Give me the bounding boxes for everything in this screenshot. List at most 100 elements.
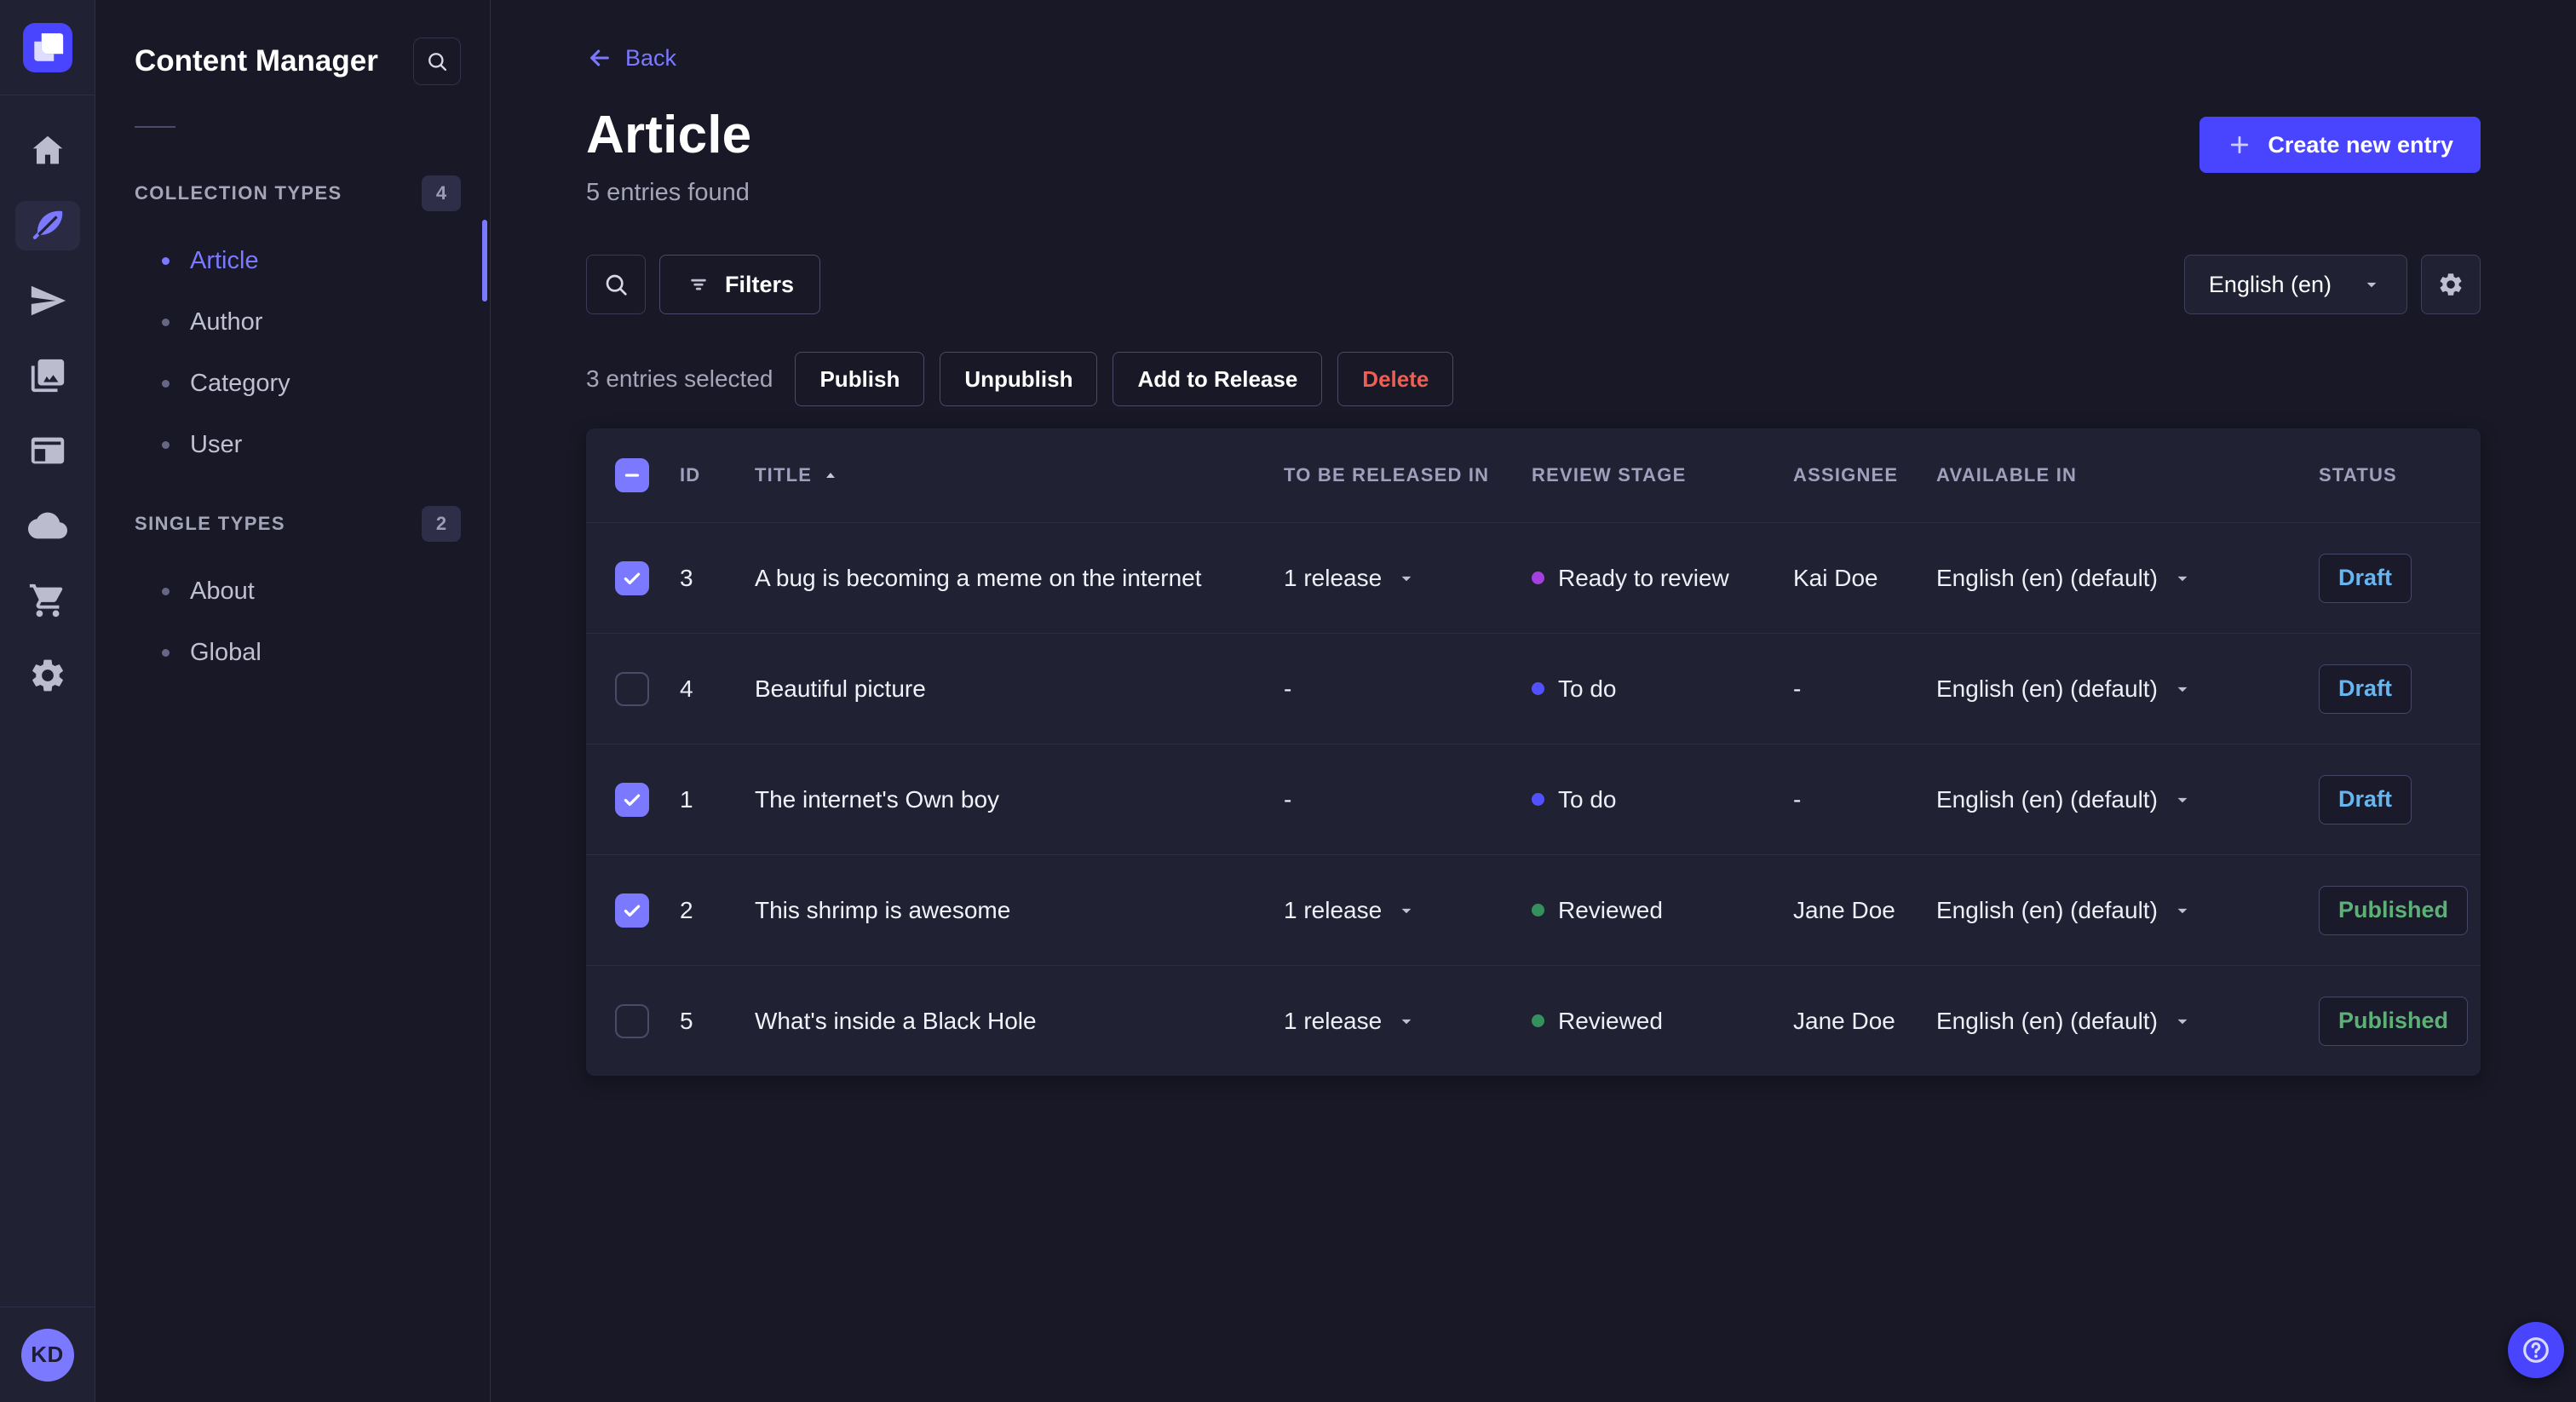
cell-review-stage: To do <box>1532 786 1793 813</box>
sidebar-item-about[interactable]: About <box>95 567 490 615</box>
rail-item-content-manager[interactable] <box>14 201 80 250</box>
cell-available-in[interactable]: English (en) (default) <box>1936 675 2319 703</box>
view-settings-button[interactable] <box>2421 255 2481 314</box>
chevron-down-icon <box>1401 908 1412 913</box>
sidebar-item-global[interactable]: Global <box>95 629 490 676</box>
unpublish-button[interactable]: Unpublish <box>940 352 1098 406</box>
cell-status: Draft <box>2319 774 2481 825</box>
create-entry-button[interactable]: Create new entry <box>2199 117 2481 173</box>
row-checkbox[interactable] <box>615 782 649 817</box>
row-checkbox[interactable] <box>615 560 649 595</box>
locale-select[interactable]: English (en) <box>2183 255 2407 314</box>
table-row[interactable]: 3 A bug is becoming a meme on the interne… <box>586 522 2481 633</box>
cell-available-in[interactable]: English (en) (default) <box>1936 1008 2319 1035</box>
rail-item-marketplace[interactable] <box>15 576 80 625</box>
back-link[interactable]: Back <box>586 44 676 72</box>
minus-icon <box>624 474 640 477</box>
cell-id: 4 <box>680 675 693 702</box>
send-icon <box>31 285 66 316</box>
gear-icon <box>32 659 63 692</box>
sidebar-item-category[interactable]: Category <box>95 359 490 407</box>
column-header-review-stage[interactable]: REVIEW STAGE <box>1532 464 1793 486</box>
status-badge: Draft <box>2319 553 2412 603</box>
cell-assignee: - <box>1793 675 1802 702</box>
cell-status: Published <box>2319 996 2481 1046</box>
sidebar-search-button[interactable] <box>413 37 461 85</box>
row-checkbox[interactable] <box>615 671 649 706</box>
rail-item-deploy[interactable] <box>15 501 80 550</box>
cell-available-in[interactable]: English (en) (default) <box>1936 565 2319 592</box>
filters-button[interactable]: Filters <box>659 255 821 314</box>
cell-status: Draft <box>2319 664 2481 714</box>
filter-icon <box>691 279 706 290</box>
chevron-down-icon <box>2177 687 2188 692</box>
cell-available-in[interactable]: English (en) (default) <box>1936 897 2319 924</box>
column-header-available-in[interactable]: AVAILABLE IN <box>1936 464 2319 486</box>
cell-title: The internet's Own boy <box>755 785 1000 813</box>
column-header-assignee[interactable]: ASSIGNEE <box>1793 464 1936 486</box>
layout-icon <box>31 437 64 464</box>
check-icon <box>624 794 641 806</box>
sidebar-item-user[interactable]: User <box>95 421 490 468</box>
cell-assignee: Jane Doe <box>1793 896 1895 923</box>
section-label: SINGLE TYPES <box>135 513 285 534</box>
avatar[interactable]: KD <box>20 1328 74 1382</box>
bullet-icon <box>162 318 170 326</box>
delete-button[interactable]: Delete <box>1337 352 1454 406</box>
cell-review-stage: Reviewed <box>1532 897 1793 924</box>
review-stage-dot <box>1532 572 1544 584</box>
sidebar-item-article[interactable]: Article <box>95 237 490 284</box>
cell-id: 3 <box>680 564 693 591</box>
sidebar-item-label: Article <box>190 246 259 274</box>
rail-item-home[interactable] <box>15 126 80 175</box>
chevron-down-icon <box>2177 1019 2188 1024</box>
cell-review-stage: Reviewed <box>1532 1008 1793 1035</box>
review-stage-dot <box>1532 682 1544 695</box>
table-row[interactable]: 1 The internet's Own boy - To do - English (e… <box>586 744 2481 854</box>
row-checkbox[interactable] <box>615 893 649 928</box>
main-nav-rail: KD <box>0 0 95 1402</box>
cell-available-in[interactable]: English (en) (default) <box>1936 786 2319 813</box>
check-icon <box>624 905 641 916</box>
rail-item-content-type-builder[interactable] <box>15 426 80 475</box>
table-row[interactable]: 5 What's inside a Black Hole 1 release Revi… <box>586 965 2481 1076</box>
sidebar-item-label: Author <box>190 307 263 336</box>
column-header-id[interactable]: ID <box>680 464 755 486</box>
select-all-checkbox[interactable] <box>615 458 649 492</box>
table-row[interactable]: 4 Beautiful picture - To do - English (en) (d… <box>586 633 2481 744</box>
cell-release[interactable]: 1 release <box>1284 897 1532 924</box>
sidebar-divider <box>135 126 175 128</box>
rail-item-media-library[interactable] <box>15 351 80 400</box>
cell-release[interactable]: 1 release <box>1284 1008 1532 1035</box>
entries-count: 5 entries found <box>586 179 750 206</box>
search-button[interactable] <box>586 255 646 314</box>
cart-icon <box>29 583 62 618</box>
section-count-badge: 4 <box>422 175 461 211</box>
cell-status: Draft <box>2319 553 2481 603</box>
publish-button[interactable]: Publish <box>795 352 925 406</box>
plus-icon <box>2231 135 2249 154</box>
review-stage-dot <box>1532 793 1544 806</box>
row-checkbox[interactable] <box>615 1003 649 1038</box>
strapi-logo[interactable] <box>22 22 72 72</box>
filters-label: Filters <box>725 271 795 297</box>
column-header-status[interactable]: STATUS <box>2319 464 2481 486</box>
add-to-release-button[interactable]: Add to Release <box>1113 352 1323 406</box>
sidebar-item-author[interactable]: Author <box>95 298 490 346</box>
locale-selected-value: English (en) <box>2208 271 2332 297</box>
sidebar-header: Content Manager <box>95 37 490 85</box>
sidebar-item-label: Global <box>190 638 262 666</box>
table-row[interactable]: 2 This shrimp is awesome 1 release Reviewed… <box>586 854 2481 965</box>
rail-bottom: KD <box>0 1307 95 1402</box>
cell-release[interactable]: 1 release <box>1284 565 1532 592</box>
rail-item-releases[interactable] <box>15 276 80 325</box>
column-header-to-be-released-in[interactable]: TO BE RELEASED IN <box>1284 464 1532 486</box>
selection-bar: 3 entries selected Publish Unpublish Add t… <box>586 352 2481 406</box>
arrow-left-icon <box>590 49 609 66</box>
cell-title: What's inside a Black Hole <box>755 1007 1037 1034</box>
help-button[interactable] <box>2508 1322 2564 1378</box>
rail-item-settings[interactable] <box>15 651 80 700</box>
column-header-title[interactable]: TITLE <box>755 464 1284 486</box>
chevron-down-icon <box>1401 1019 1412 1024</box>
check-icon <box>624 572 641 584</box>
